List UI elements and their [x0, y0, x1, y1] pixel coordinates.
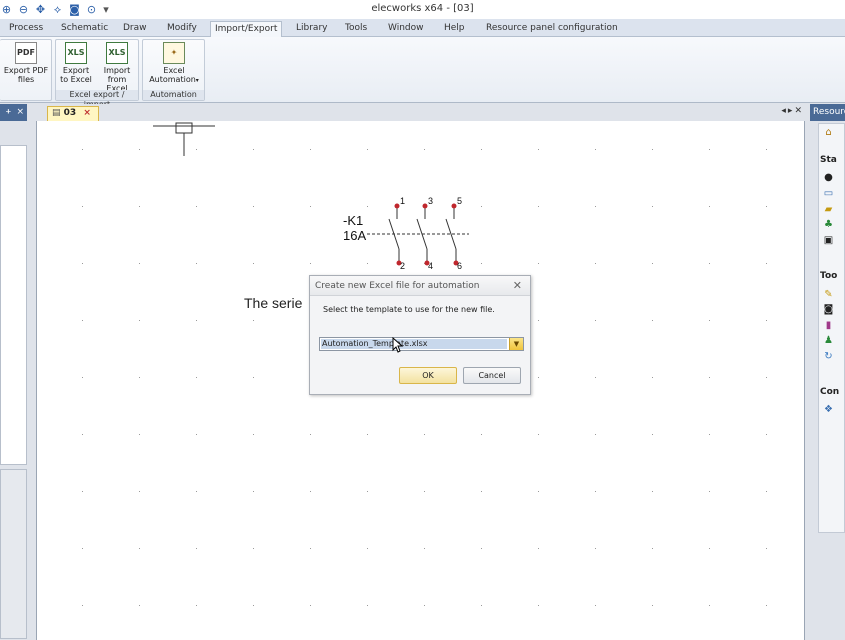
ok-button[interactable]: OK	[399, 367, 457, 384]
tree-icon[interactable]: ♣	[823, 219, 834, 230]
binoculars-icon[interactable]: ◙	[823, 304, 834, 315]
resource-section-start: Sta	[820, 155, 837, 165]
export-excel-line2: to Excel	[60, 75, 92, 84]
tab-modify[interactable]: Modify	[163, 21, 201, 37]
pin-dot	[451, 203, 457, 209]
template-select[interactable]: Automation_Template.xlsx ▼	[319, 337, 524, 351]
resource-section-config: Con	[820, 387, 840, 397]
pin-icon[interactable]: ᚐ	[6, 107, 10, 117]
component-ref: -K1	[343, 213, 364, 228]
document-icon[interactable]: ▭	[823, 188, 834, 199]
resource-panel-header[interactable]: Resource	[810, 104, 845, 121]
pin-dot	[394, 203, 400, 209]
import-excel-line1: Import	[103, 66, 131, 75]
save-icon[interactable]: ▣	[823, 235, 834, 246]
excel-automation-icon: ✦	[163, 42, 185, 64]
series-text: The serie	[244, 295, 303, 311]
excel-automation-line1: Excel	[163, 66, 185, 75]
folder-icon[interactable]: ▰	[823, 204, 834, 215]
pin-label-top-1: 1	[400, 196, 406, 206]
book-icon[interactable]: ▮	[823, 320, 834, 331]
dropdown-arrow-icon: ▾	[195, 77, 199, 84]
automation-group: ✦ Excel Automation▾ Automation	[142, 39, 205, 101]
document-tab-bar: ▤ 03 × ◂▸✕	[27, 104, 810, 121]
settings-icon[interactable]: ❖	[823, 404, 834, 415]
pin-label-bottom-4: 4	[428, 261, 434, 271]
pin-label-bottom-6: 6	[457, 261, 463, 271]
resource-section-tools: Too	[820, 271, 838, 281]
document-tab-03[interactable]: ▤ 03 ×	[47, 106, 99, 121]
pin-label-top-5: 5	[457, 196, 463, 206]
tab-schematic[interactable]: Schematic	[57, 21, 112, 37]
pencil-icon[interactable]: ✎	[823, 289, 834, 300]
tab-help[interactable]: Help	[440, 21, 469, 37]
tab-library[interactable]: Library	[292, 21, 331, 37]
pin-dot	[422, 203, 428, 209]
left-panel: ᚐ ×	[0, 104, 27, 640]
excel-export-icon: XLS	[65, 42, 87, 64]
create-excel-dialog: Create new Excel file for automation ✕ S…	[309, 275, 531, 395]
excel-group-label: Excel export / import	[56, 90, 138, 109]
chevron-down-icon[interactable]: ▼	[509, 338, 523, 350]
component-rating: 16A	[343, 228, 367, 243]
ribbon: PDF Export PDF files XLS Export to Excel…	[0, 37, 845, 109]
title-bar: ⊕ ⊖ ✥ ⟡ ◙ ⊙ ▾ elecworks x64 - [03]	[0, 0, 845, 19]
import-from-excel-button[interactable]: XLS Import from Excel	[96, 42, 138, 93]
refresh-icon[interactable]: ↻	[823, 351, 834, 362]
dialog-title: Create new Excel file for automation	[315, 281, 480, 291]
export-pdf-line1: Export PDF	[3, 66, 49, 75]
users-icon[interactable]: ♟	[823, 335, 834, 346]
tab-resource-panel-configuration[interactable]: Resource panel configuration	[482, 21, 622, 37]
tab-draw[interactable]: Draw	[119, 21, 151, 37]
pin-label-bottom-2: 2	[400, 261, 406, 271]
export-pdf-line2: files	[17, 75, 35, 84]
drawing-icon: ▤	[52, 108, 61, 118]
contactor-k1[interactable]	[367, 203, 469, 266]
app-window: ⊕ ⊖ ✥ ⟡ ◙ ⊙ ▾ elecworks x64 - [03] Proce…	[0, 0, 845, 640]
window-title: elecworks x64 - [03]	[371, 3, 474, 14]
mouse-cursor-icon	[392, 337, 404, 353]
tab-window[interactable]: Window	[384, 21, 428, 37]
tab-import-export[interactable]: Import/Export	[210, 21, 283, 37]
excel-export-import-group: XLS Export to Excel XLS Import from Exce…	[55, 39, 139, 109]
pdf-icon: PDF	[15, 42, 37, 64]
export-pdf-button[interactable]: PDF Export PDF files	[2, 42, 50, 84]
left-panel-properties[interactable]	[0, 469, 27, 639]
close-icon[interactable]: ×	[16, 107, 24, 117]
document-nav: ◂▸✕	[781, 106, 804, 116]
ribbon-tab-bar: Process Schematic Draw Modify Import/Exp…	[0, 19, 845, 37]
automation-group-label: Automation	[143, 90, 204, 100]
pin-label-top-3: 3	[428, 196, 434, 206]
cancel-button[interactable]: Cancel	[463, 367, 521, 384]
export-excel-line1: Export	[62, 66, 90, 75]
dialog-title-bar[interactable]: Create new Excel file for automation ✕	[310, 276, 530, 296]
left-panel-tree[interactable]	[0, 145, 27, 465]
home-icon[interactable]: ⌂	[823, 127, 834, 138]
border-marker	[175, 122, 193, 134]
resource-panel: Resource ⌂ Sta ● ▭ ▰ ♣ ▣ Too ✎ ◙ ▮ ♟ ↻ C…	[810, 104, 845, 640]
tab-tools[interactable]: Tools	[341, 21, 371, 37]
bomb-icon[interactable]: ●	[823, 172, 834, 183]
pdf-group: PDF Export PDF files	[0, 39, 52, 101]
document-tab-label: 03	[63, 108, 77, 118]
close-tab-icon[interactable]: ×	[83, 108, 91, 118]
template-select-value: Automation_Template.xlsx	[321, 339, 507, 349]
component-label: -K1 16A	[343, 213, 366, 243]
excel-automation-line2: Automation▾	[149, 75, 199, 84]
dialog-message: Select the template to use for the new f…	[323, 305, 495, 314]
dialog-close-icon[interactable]: ✕	[513, 279, 522, 292]
tab-process[interactable]: Process	[5, 21, 47, 37]
left-panel-header: ᚐ ×	[0, 104, 27, 121]
excel-automation-button[interactable]: ✦ Excel Automation▾	[144, 42, 204, 85]
excel-import-icon: XLS	[106, 42, 128, 64]
close-document-icon[interactable]: ✕	[794, 106, 804, 116]
export-to-excel-button[interactable]: XLS Export to Excel	[57, 42, 95, 84]
